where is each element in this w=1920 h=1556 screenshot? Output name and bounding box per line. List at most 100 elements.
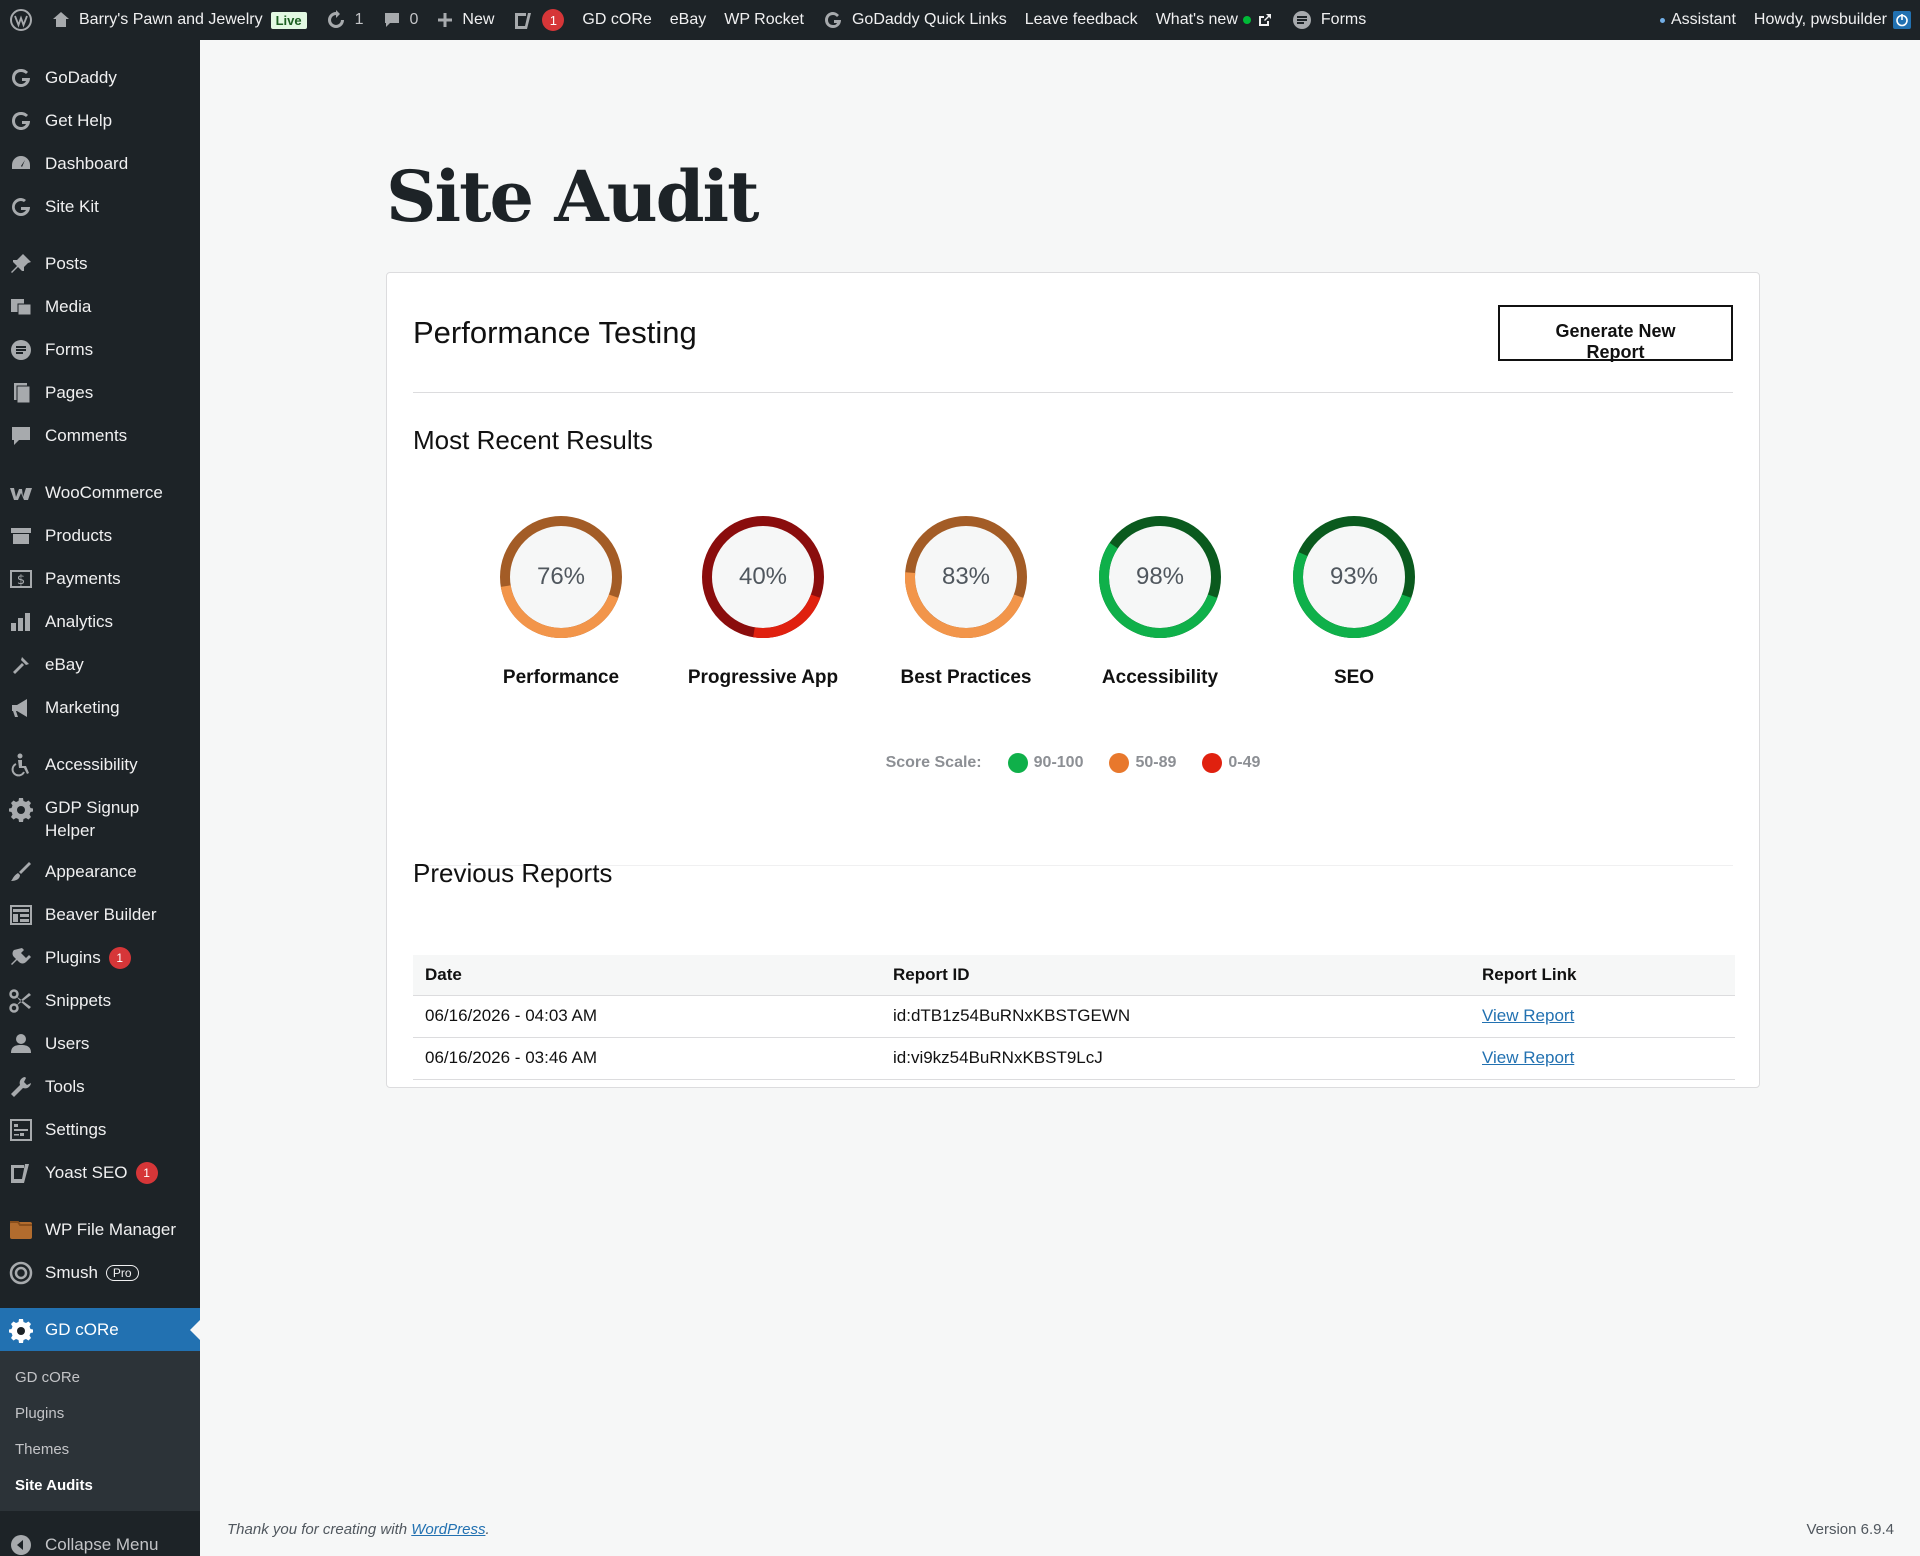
external-link-icon [1258, 14, 1271, 26]
site-name-menu[interactable]: Barry's Pawn and Jewelry Live [42, 0, 316, 40]
column-header-report-id: Report ID [881, 955, 1470, 996]
sidebar-item-wp-file-manager[interactable]: WP File Manager [0, 1208, 200, 1251]
submenu-gd-core[interactable]: GD cORe [0, 1359, 200, 1395]
forms-menu[interactable]: Forms [1282, 0, 1375, 40]
wordpress-logo-icon[interactable] [0, 0, 42, 40]
gd-core-link[interactable]: GD cORe [573, 0, 660, 40]
scissors-icon [8, 988, 34, 1014]
sidebar-item-label: WP File Manager [45, 1219, 177, 1239]
submenu-site-audits[interactable]: Site Audits [0, 1467, 200, 1503]
svg-text:$: $ [17, 573, 25, 588]
sidebar-item-label: Beaver Builder [45, 904, 157, 924]
sidebar-item-posts[interactable]: Posts [0, 242, 200, 285]
ebay-icon [8, 652, 34, 678]
report-date: 06/16/2026 - 04:03 AM [413, 995, 881, 1038]
card-header: Performance Testing Generate New Report [413, 273, 1733, 393]
menu-separator [0, 729, 200, 743]
collapse-menu-button[interactable]: Collapse Menu [0, 1523, 200, 1556]
sidebar-item-analytics[interactable]: Analytics [0, 600, 200, 643]
sidebar-item-get-help[interactable]: Get Help [0, 99, 200, 142]
gauge-score: 83% [941, 563, 991, 590]
scale-swatch-poor [1202, 753, 1223, 773]
menu-separator [0, 457, 200, 471]
previous-reports-title: Previous Reports [413, 858, 613, 888]
sidebar-item-tools[interactable]: Tools [0, 1065, 200, 1108]
gear-icon [8, 1317, 34, 1343]
forms-icon [1292, 11, 1311, 29]
leave-feedback-link[interactable]: Leave feedback [1016, 0, 1147, 40]
wp-rocket-link[interactable]: WP Rocket [715, 0, 813, 40]
sidebar-item-comments[interactable]: Comments [0, 414, 200, 457]
sidebar-item-products[interactable]: Products [0, 514, 200, 557]
pro-badge: Pro [105, 1264, 139, 1281]
file-manager-icon [8, 1217, 34, 1243]
yoast-badge: 1 [542, 9, 565, 31]
sidebar-item-media[interactable]: Media [0, 285, 200, 328]
ebay-link[interactable]: eBay [661, 0, 715, 40]
new-content-menu[interactable]: New [427, 0, 503, 40]
sidebar-item-yoast-seo[interactable]: Yoast SEO 1 [0, 1151, 200, 1194]
new-label: New [462, 11, 495, 28]
table-row: 06/16/2026 - 03:46 AM id:vi9kz54BuRNxKBS… [413, 1037, 1735, 1080]
sidebar-item-payments[interactable]: $ Payments [0, 557, 200, 600]
view-report-link[interactable]: View Report [1482, 1006, 1574, 1025]
sidebar-item-gd-core[interactable]: GD cORe [0, 1308, 200, 1351]
sidebar-item-plugins[interactable]: Plugins 1 [0, 936, 200, 979]
quick-links-menu[interactable]: GoDaddy Quick Links [813, 0, 1016, 40]
sidebar-item-beaver-builder[interactable]: Beaver Builder [0, 893, 200, 936]
report-id: id:vi9kz54BuRNxKBST9LcJ [881, 1037, 1470, 1080]
submenu-plugins[interactable]: Plugins [0, 1395, 200, 1431]
main-content: Site Audit Performance Testing Generate … [200, 40, 1920, 1556]
scale-range-good: 90-100 [1033, 754, 1084, 771]
score-gauge-accessibility: 98% Accessibility [1060, 513, 1260, 689]
generate-report-button[interactable]: Generate New Report [1498, 304, 1733, 362]
score-gauges: 76% Performance 40% Progressive App 83% Best … [413, 513, 1735, 713]
gauge-score: 76% [536, 563, 586, 590]
assistant-link[interactable]: Assistant [1651, 0, 1745, 40]
brush-icon [8, 859, 34, 885]
sidebar-item-woocommerce[interactable]: WooCommerce [0, 471, 200, 514]
view-report-link[interactable]: View Report [1482, 1048, 1574, 1067]
sidebar-item-label: eBay [45, 654, 84, 674]
page-title: Site Audit [386, 155, 759, 238]
sidebar-item-gdp-signup-helper[interactable]: GDP Signup Helper [0, 786, 200, 850]
gauge-label: SEO [1333, 667, 1375, 688]
yoast-menu[interactable]: 1 [503, 0, 573, 40]
sidebar-item-site-kit[interactable]: Site Kit [0, 185, 200, 228]
assistant-dot [1659, 17, 1665, 23]
sidebar-item-settings[interactable]: Settings [0, 1108, 200, 1151]
previous-reports-table: Date Report ID Report Link 06/16/2026 - … [413, 955, 1735, 1080]
menu-separator [0, 1294, 200, 1308]
wordpress-link[interactable]: WordPress [411, 1521, 485, 1538]
gd-core-submenu: GD cORe Plugins Themes Site Audits [0, 1351, 200, 1511]
refresh-icon [327, 10, 344, 28]
report-link-cell: View Report [1470, 1037, 1735, 1080]
sidebar-item-appearance[interactable]: Appearance [0, 850, 200, 893]
submenu-themes[interactable]: Themes [0, 1431, 200, 1467]
sidebar-item-accessibility[interactable]: Accessibility [0, 743, 200, 786]
comments-menu[interactable]: 0 [373, 0, 428, 40]
sidebar-item-marketing[interactable]: Marketing [0, 686, 200, 729]
sidebar-item-snippets[interactable]: Snippets [0, 979, 200, 1022]
account-menu[interactable]: Howdy, pwsbuilder [1745, 0, 1920, 40]
whats-new-link[interactable]: What's new [1147, 0, 1282, 40]
table-row: 06/16/2026 - 04:03 AM id:dTB1z54BuRNxKBS… [413, 995, 1735, 1038]
sidebar-item-label: Site Kit [45, 196, 99, 216]
gauge-score: 93% [1329, 563, 1379, 590]
sidebar-item-ebay[interactable]: eBay [0, 643, 200, 686]
sidebar-item-pages[interactable]: Pages [0, 371, 200, 414]
godaddy-icon [8, 65, 34, 91]
gauge-score: 40% [738, 563, 788, 590]
sidebar-item-forms[interactable]: Forms [0, 328, 200, 371]
sidebar-item-smush[interactable]: Smush Pro [0, 1251, 200, 1294]
sidebar-item-dashboard[interactable]: Dashboard [0, 142, 200, 185]
score-gauge-progressive-app: 40% Progressive App [663, 513, 863, 689]
scale-swatch-average [1109, 753, 1130, 773]
user-icon [8, 1031, 34, 1057]
gauge-label: Performance [502, 667, 620, 688]
sidebar-item-godaddy[interactable]: GoDaddy [0, 56, 200, 99]
updates-menu[interactable]: 1 [316, 0, 373, 40]
sidebar-item-users[interactable]: Users [0, 1022, 200, 1065]
sidebar-item-label: Accessibility [45, 754, 138, 774]
sidebar-item-label: GDP Signup Helper [45, 798, 140, 840]
